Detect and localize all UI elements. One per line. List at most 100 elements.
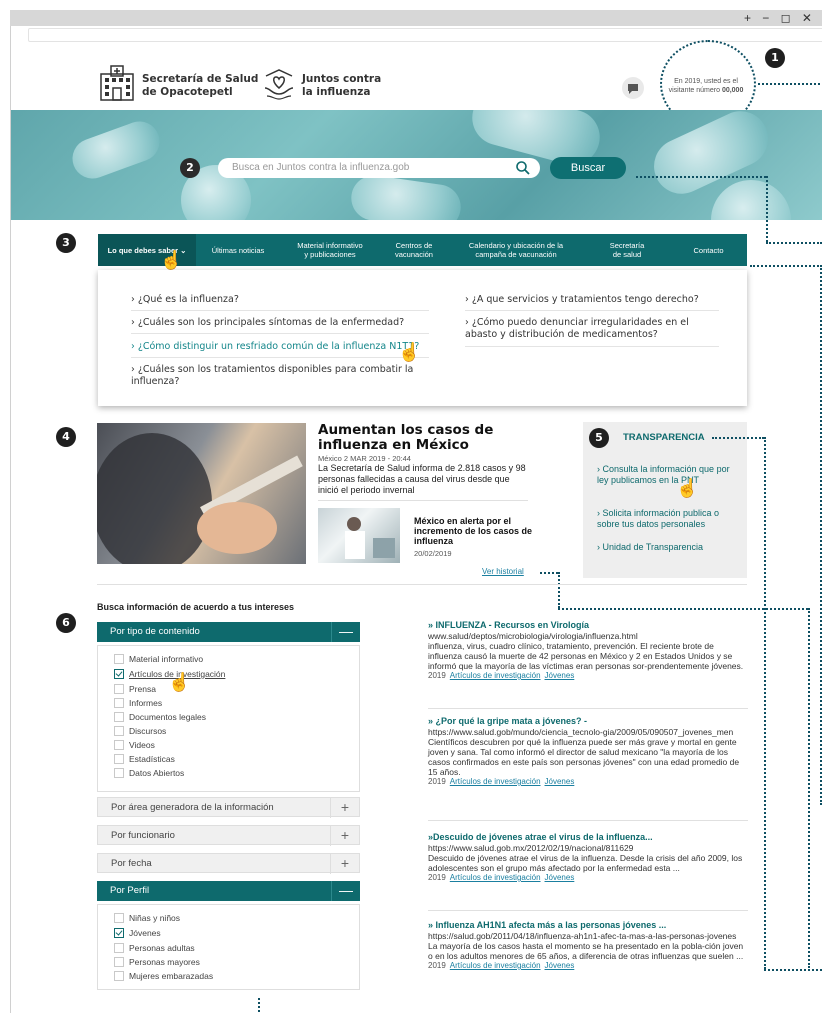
news-second-title[interactable]: México en alerta por el incremento de lo…	[414, 516, 534, 546]
nav-contacto[interactable]: Contacto	[670, 234, 747, 266]
filter-tipo-options: Material informativo Artículos de invest…	[97, 645, 360, 792]
cursor-hand-icon: ☝	[160, 250, 183, 270]
news-main-title[interactable]: Aumentan los casos de influenza en Méxic…	[318, 423, 538, 453]
dropdown-item[interactable]: › ¿Qué es la influenza?	[131, 294, 239, 306]
result-tag[interactable]: Jóvenes	[545, 873, 575, 882]
marker-4: 4	[56, 427, 76, 447]
filter-area-generadora[interactable]: Por área generadora de la información +	[97, 797, 360, 818]
secretaria-line1: Secretaría de Salud	[142, 73, 259, 85]
cursor-hand-icon: ☝	[676, 478, 699, 498]
filters-heading: Busca información de acuerdo a tus inter…	[97, 602, 295, 612]
filter-funcionario[interactable]: Por funcionario +	[97, 825, 360, 846]
secretaria-logo[interactable]	[97, 64, 137, 107]
news-main-body: La Secretaría de Salud informa de 2.818 …	[318, 463, 526, 495]
search-result[interactable]: »Descuido de jóvenes atrae el virus de l…	[428, 832, 748, 883]
result-tag[interactable]: Jóvenes	[545, 671, 575, 680]
dropdown-item[interactable]: › ¿Cómo puedo denunciar irregularidades …	[465, 317, 689, 341]
nav-material-informativo[interactable]: Material informativo y publicaciones	[280, 234, 380, 266]
collapse-icon[interactable]: —	[331, 622, 360, 642]
window-controls[interactable]: + − ◻ ✕	[744, 11, 816, 25]
callout-line-5b	[764, 437, 766, 969]
callout-line-4b	[558, 572, 560, 608]
expand-icon[interactable]: +	[330, 798, 359, 818]
result-snippet: La mayoría de los casos hasta el momento…	[428, 941, 744, 961]
dropdown-menu: › ¿Qué es la influenza? › ¿Cuáles son lo…	[98, 270, 747, 406]
news-main-image[interactable]	[92, 423, 306, 573]
expand-icon[interactable]: +	[330, 854, 359, 874]
marker-6: 6	[56, 613, 76, 633]
callout-line-5a	[712, 437, 764, 439]
result-meta: 2019 Artículos de investigación Jóvenes	[428, 671, 575, 680]
dropdown-item[interactable]: › ¿Cuáles son los principales síntomas d…	[131, 317, 404, 329]
callout-line-3	[750, 265, 822, 267]
marker-5: 5	[589, 428, 609, 448]
callout-line-2b	[766, 176, 768, 242]
result-snippet: Científicos descubren por qué la influen…	[428, 737, 740, 777]
search-result[interactable]: » ¿Por qué la gripe mata a jóvenes? - ht…	[428, 716, 748, 787]
dropdown-item-highlighted[interactable]: › ¿Cómo distinguir un resfriado común de…	[131, 341, 419, 353]
search-result[interactable]: » Influenza AH1N1 afecta más a las perso…	[428, 920, 748, 971]
marker-2: 2	[180, 158, 200, 178]
dropdown-item[interactable]: › ¿Cuáles son los tratamientos disponibl…	[131, 364, 413, 388]
chat-button[interactable]	[622, 77, 644, 99]
filter-perfil[interactable]: Por Perfil —	[97, 881, 360, 901]
marker-1: 1	[765, 48, 785, 68]
news-main-meta: México 2 MAR 2019 - 20:44	[318, 454, 411, 463]
nav-ultimas-noticias[interactable]: Últimas noticias	[196, 234, 280, 266]
transparency-link-pnt[interactable]: › Consulta la información que por ley pu…	[597, 464, 739, 486]
result-meta: 2019 Artículos de investigación Jóvenes	[428, 961, 575, 970]
transparency-title: TRANSPARENCIA	[623, 432, 705, 443]
result-snippet: influenza, virus, cuadro clínico, tratam…	[428, 641, 744, 671]
search-input[interactable]: Busca en Juntos contra la influenza.gob	[218, 158, 540, 178]
secretaria-name: Secretaría de Salud de Opacotepetl	[142, 73, 258, 99]
result-tag[interactable]: Jóvenes	[545, 777, 575, 786]
collapse-icon[interactable]: —	[331, 881, 360, 901]
result-url: https://www.salud.gob.mx/2012/02/19/naci…	[428, 843, 634, 853]
main-nav: Lo que debes saber ⌄ Últimas noticias Ma…	[98, 234, 747, 266]
result-meta: 2019 Artículos de investigación Jóvenes	[428, 777, 575, 786]
campaign-line1: Juntos contra	[302, 73, 382, 85]
result-title[interactable]: » ¿Por qué la gripe mata a jóvenes? -	[428, 716, 748, 727]
callout-line-2a	[636, 176, 766, 178]
marker-3: 3	[56, 233, 76, 253]
result-tag[interactable]: Artículos de investigación	[450, 777, 541, 786]
chat-icon	[628, 84, 638, 94]
window-titlebar	[10, 10, 822, 26]
dropdown-item[interactable]: › ¿A que servicios y tratamientos tengo …	[465, 294, 699, 306]
callout-line-2c	[766, 242, 822, 244]
transparency-link-unidad[interactable]: › Unidad de Transparencia	[597, 542, 739, 553]
campaign-name: Juntos contra la influenza	[302, 73, 381, 99]
history-link[interactable]: Ver historial	[482, 567, 524, 576]
result-url: www.salud/deptos/microbiologia/virologia…	[428, 631, 638, 641]
checkbox-checked-icon	[114, 669, 124, 679]
result-tag[interactable]: Artículos de investigación	[450, 961, 541, 970]
transparency-link-solicita[interactable]: › Solicita información publica o sobre t…	[597, 508, 739, 530]
nav-centros-vacunacion[interactable]: Centros de vacunación	[380, 234, 448, 266]
callout-line-1	[758, 83, 820, 85]
result-url: https://www.salud.gob/mundo/ciencia_tecn…	[428, 727, 734, 737]
result-tag[interactable]: Jóvenes	[545, 961, 575, 970]
search-button[interactable]: Buscar	[550, 157, 626, 179]
result-title[interactable]: » INFLUENZA - Recursos en Virología	[428, 620, 748, 631]
news-second-image[interactable]	[318, 508, 400, 563]
callout-line-4c	[558, 608, 808, 610]
filter-tipo-contenido[interactable]: Por tipo de contenido —	[97, 622, 360, 642]
result-meta: 2019 Artículos de investigación Jóvenes	[428, 873, 575, 882]
expand-icon[interactable]: +	[330, 826, 359, 846]
search-icon[interactable]	[515, 160, 531, 181]
news-second-date: 20/02/2019	[414, 549, 452, 558]
nav-calendario[interactable]: Calendario y ubicación de la campaña de …	[448, 234, 584, 266]
result-url: https://salud.gob/2011/04/18/influenza-a…	[428, 931, 737, 941]
result-tag[interactable]: Artículos de investigación	[450, 671, 541, 680]
secretaria-line2: de Opacotepetl	[142, 86, 233, 98]
transparency-panel: 5 TRANSPARENCIA › Consulta la informació…	[583, 422, 747, 578]
filter-fecha[interactable]: Por fecha +	[97, 853, 360, 874]
result-title[interactable]: »Descuido de jóvenes atrae el virus de l…	[428, 832, 748, 843]
nav-secretaria[interactable]: Secretaría de salud	[584, 234, 670, 266]
filter-perfil-options: Niñas y niños Jóvenes Personas adultas P…	[97, 904, 360, 990]
result-title[interactable]: » Influenza AH1N1 afecta más a las perso…	[428, 920, 748, 931]
campaign-logo[interactable]	[262, 66, 296, 105]
campaign-line2: la influenza	[302, 86, 371, 98]
search-result[interactable]: » INFLUENZA - Recursos en Virología www.…	[428, 620, 748, 681]
result-tag[interactable]: Artículos de investigación	[450, 873, 541, 882]
